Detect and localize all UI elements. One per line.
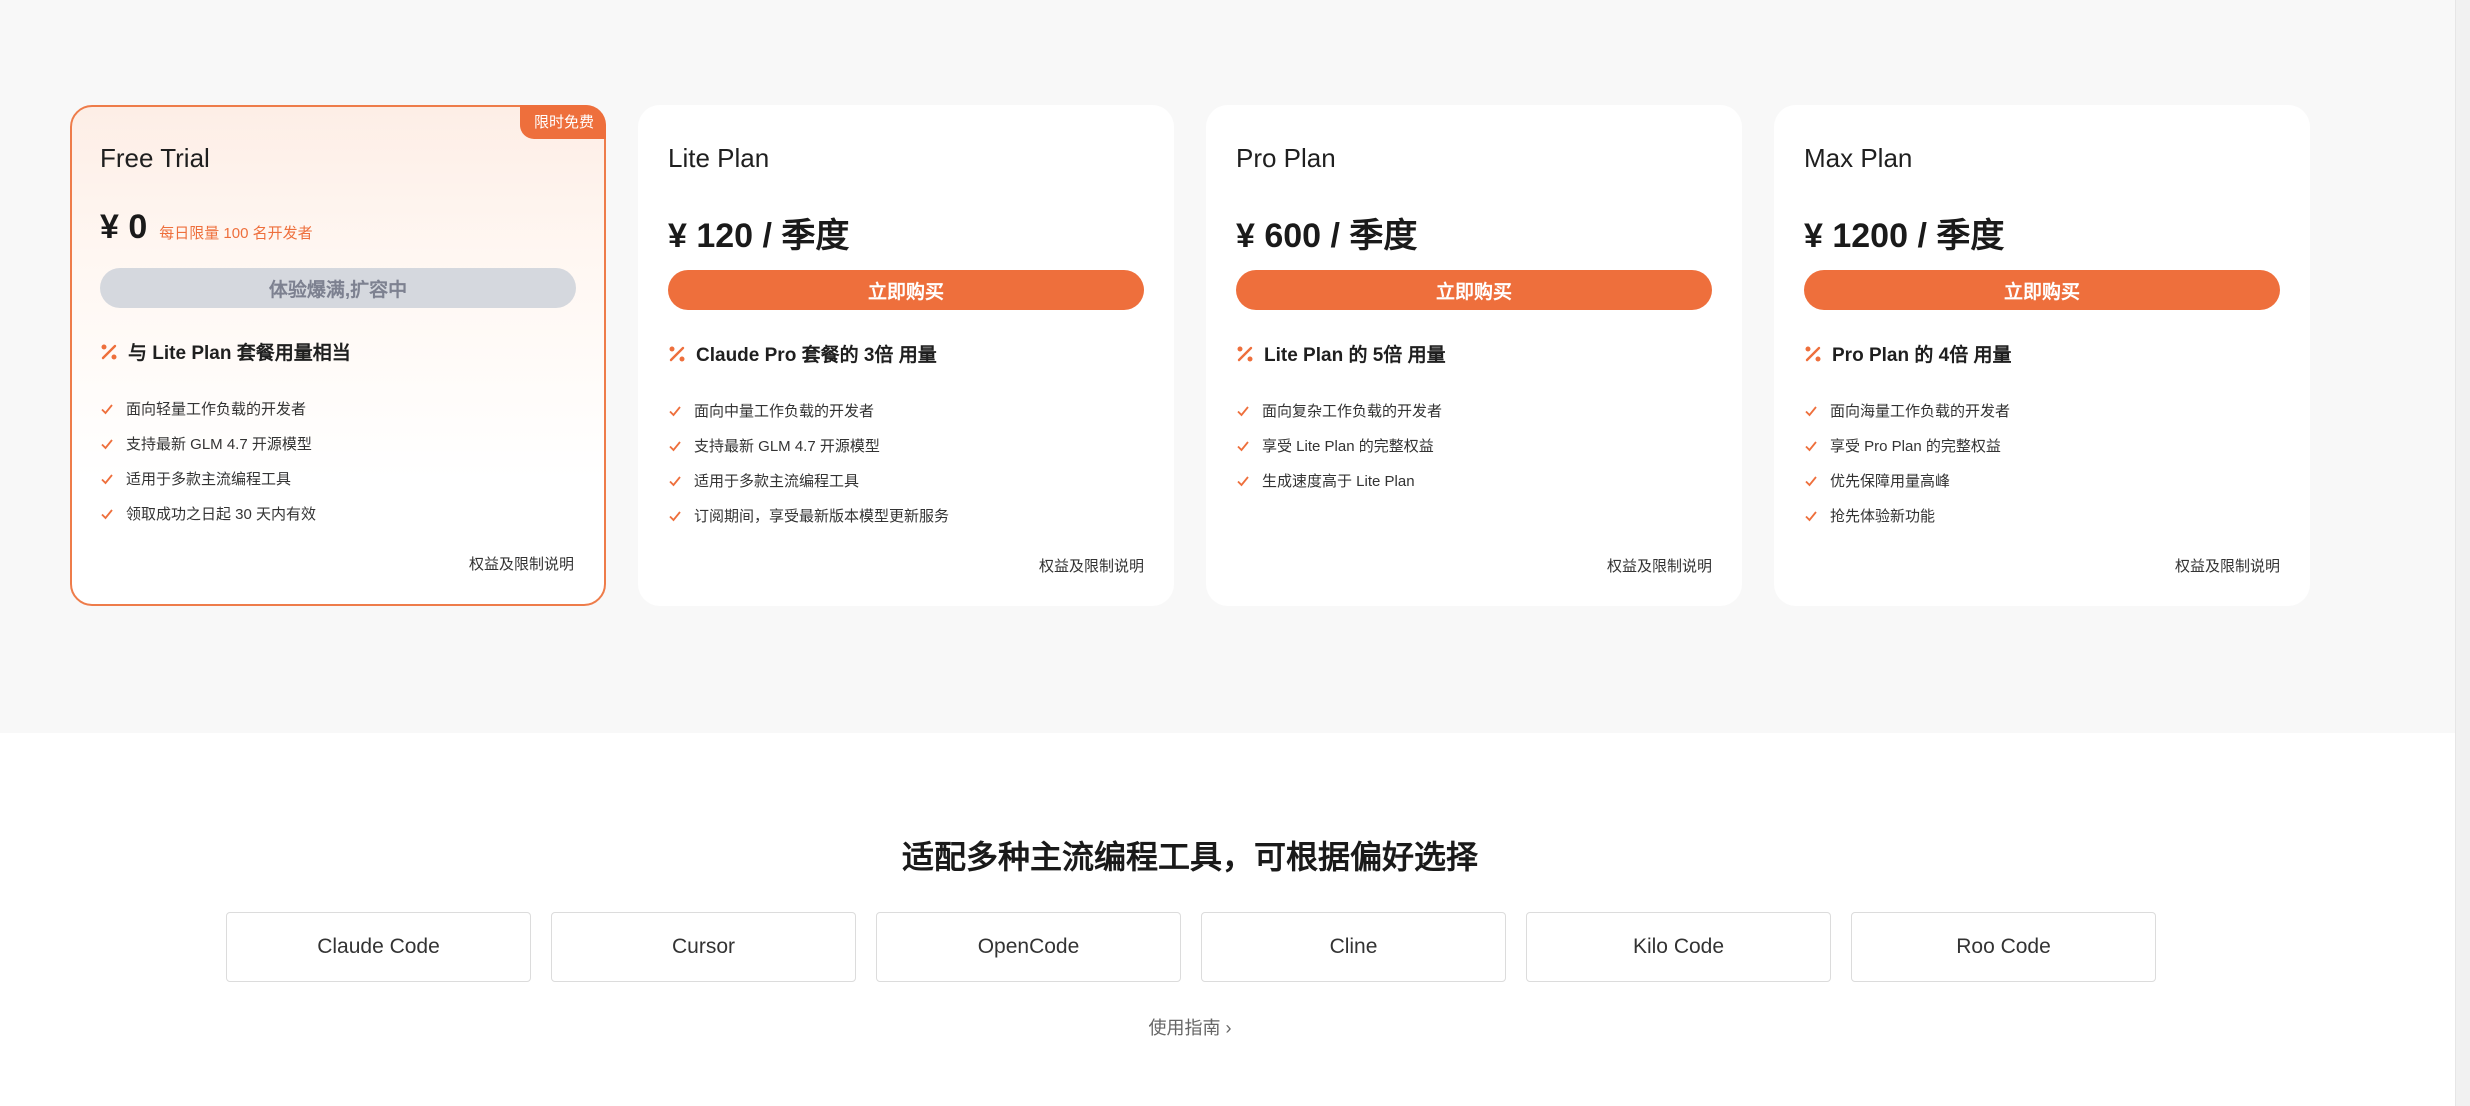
plan-card-max: Max Plan ¥ 1200 / 季度 立即购买 Pro Plan 的 4倍 … xyxy=(1774,105,2310,606)
list-item: 面向海量工作负载的开发者 xyxy=(1804,393,2280,428)
list-item: 领取成功之日起 30 天内有效 xyxy=(100,496,576,531)
feature-text: 生成速度高于 Lite Plan xyxy=(1262,473,1415,490)
check-icon xyxy=(1237,405,1249,416)
feature-text: 享受 Lite Plan 的完整权益 xyxy=(1262,438,1434,455)
plan-highlight: 与 Lite Plan 套餐用量相当 xyxy=(100,338,576,365)
plan-name: Free Trial xyxy=(100,143,210,173)
plan-highlight-text: 与 Lite Plan 套餐用量相当 xyxy=(128,343,351,364)
pricing-cards: 限时免费 Free Trial ¥ 0 每日限量 100 名开发者 体验爆满,扩… xyxy=(70,105,2310,606)
check-icon xyxy=(101,438,113,449)
usage-guide-link[interactable]: 使用指南 › xyxy=(0,1014,2380,1040)
list-item: 生成速度高于 Lite Plan xyxy=(1236,463,1712,498)
check-icon xyxy=(1805,510,1817,521)
plan-name: Lite Plan xyxy=(668,143,770,173)
tool-kilo-code-button[interactable]: Kilo Code xyxy=(1526,912,1831,982)
feature-text: 面向海量工作负载的开发者 xyxy=(1830,403,2011,420)
plan-price: ¥ 1200 / 季度 xyxy=(1804,217,2005,255)
list-item: 订阅期间，享受最新版本模型更新服务 xyxy=(668,498,1144,533)
list-item: 享受 Lite Plan 的完整权益 xyxy=(1236,428,1712,463)
price-row: ¥ 120 / 季度 xyxy=(668,208,1144,255)
plan-card-pro: Pro Plan ¥ 600 / 季度 立即购买 Lite Plan 的 5倍 … xyxy=(1206,105,1742,606)
check-icon xyxy=(1805,405,1817,416)
feature-text: 面向轻量工作负载的开发者 xyxy=(126,401,307,418)
feature-text: 抢先体验新功能 xyxy=(1830,508,1936,525)
check-icon xyxy=(1237,475,1249,486)
plan-card-free-trial: 限时免费 Free Trial ¥ 0 每日限量 100 名开发者 体验爆满,扩… xyxy=(70,105,606,606)
plan-highlight-text: Lite Plan 的 5倍 用量 xyxy=(1264,345,1446,366)
price-row: ¥ 600 / 季度 xyxy=(1236,208,1712,255)
limited-free-badge: 限时免费 xyxy=(519,105,606,139)
terms-link[interactable]: 权益及限制说明 xyxy=(1039,555,1144,576)
list-item: 支持最新 GLM 4.7 开源模型 xyxy=(100,426,576,461)
list-item: 支持最新 GLM 4.7 开源模型 xyxy=(668,428,1144,463)
plan-highlight-text: Claude Pro 套餐的 3倍 用量 xyxy=(696,345,937,366)
plan-price: ¥ 600 / 季度 xyxy=(1236,217,1418,255)
list-item: 适用于多款主流编程工具 xyxy=(100,461,576,496)
terms-link[interactable]: 权益及限制说明 xyxy=(2175,555,2280,576)
tool-claude-code-button[interactable]: Claude Code xyxy=(226,912,531,982)
feature-text: 支持最新 GLM 4.7 开源模型 xyxy=(126,436,312,453)
feature-list: 面向轻量工作负载的开发者 支持最新 GLM 4.7 开源模型 适用于多款主流编程… xyxy=(100,391,576,531)
list-item: 面向复杂工作负载的开发者 xyxy=(1236,393,1712,428)
tool-buttons: Claude Code Cursor OpenCode Cline Kilo C… xyxy=(226,912,2156,982)
price-row: ¥ 0 每日限量 100 名开发者 xyxy=(100,208,576,248)
check-icon xyxy=(669,405,681,416)
list-item: 抢先体验新功能 xyxy=(1804,498,2280,533)
plan-name: Max Plan xyxy=(1804,143,1913,173)
terms-link[interactable]: 权益及限制说明 xyxy=(469,553,574,574)
feature-text: 适用于多款主流编程工具 xyxy=(694,473,860,490)
percent-icon xyxy=(101,344,117,359)
check-icon xyxy=(101,473,113,484)
plan-name: Pro Plan xyxy=(1236,143,1336,173)
page-scrollbar[interactable] xyxy=(2455,0,2470,1106)
list-item: 享受 Pro Plan 的完整权益 xyxy=(1804,428,2280,463)
tool-roo-code-button[interactable]: Roo Code xyxy=(1851,912,2156,982)
plan-highlight: Claude Pro 套餐的 3倍 用量 xyxy=(668,340,1144,367)
list-item: 面向轻量工作负载的开发者 xyxy=(100,391,576,426)
list-item: 面向中量工作负载的开发者 xyxy=(668,393,1144,428)
plan-highlight: Lite Plan 的 5倍 用量 xyxy=(1236,340,1712,367)
check-icon xyxy=(101,403,113,414)
plan-price: ¥ 0 xyxy=(100,208,148,246)
check-icon xyxy=(669,440,681,451)
check-icon xyxy=(1805,475,1817,486)
buy-now-button[interactable]: 立即购买 xyxy=(1236,270,1712,310)
percent-icon xyxy=(669,346,685,361)
check-icon xyxy=(669,475,681,486)
feature-text: 订阅期间，享受最新版本模型更新服务 xyxy=(694,508,950,525)
buy-now-button[interactable]: 立即购买 xyxy=(1804,270,2280,310)
feature-text: 适用于多款主流编程工具 xyxy=(126,471,292,488)
check-icon xyxy=(669,510,681,521)
feature-text: 优先保障用量高峰 xyxy=(1830,473,1951,490)
check-icon xyxy=(1237,440,1249,451)
trial-full-button[interactable]: 体验爆满,扩容中 xyxy=(100,268,576,308)
check-icon xyxy=(1805,440,1817,451)
percent-icon xyxy=(1237,346,1253,361)
buy-now-button[interactable]: 立即购买 xyxy=(668,270,1144,310)
feature-text: 面向中量工作负载的开发者 xyxy=(694,403,875,420)
plan-highlight: Pro Plan 的 4倍 用量 xyxy=(1804,340,2280,367)
feature-list: 面向复杂工作负载的开发者 享受 Lite Plan 的完整权益 生成速度高于 L… xyxy=(1236,393,1712,498)
terms-link[interactable]: 权益及限制说明 xyxy=(1607,555,1712,576)
price-note: 每日限量 100 名开发者 xyxy=(159,225,313,242)
price-row: ¥ 1200 / 季度 xyxy=(1804,208,2280,255)
list-item: 适用于多款主流编程工具 xyxy=(668,463,1144,498)
list-item: 优先保障用量高峰 xyxy=(1804,463,2280,498)
feature-text: 享受 Pro Plan 的完整权益 xyxy=(1830,438,2001,455)
check-icon xyxy=(101,508,113,519)
feature-text: 面向复杂工作负载的开发者 xyxy=(1262,403,1443,420)
tool-cursor-button[interactable]: Cursor xyxy=(551,912,856,982)
plan-card-lite: Lite Plan ¥ 120 / 季度 立即购买 Claude Pro 套餐的… xyxy=(638,105,1174,606)
percent-icon xyxy=(1805,346,1821,361)
feature-list: 面向中量工作负载的开发者 支持最新 GLM 4.7 开源模型 适用于多款主流编程… xyxy=(668,393,1144,533)
tool-cline-button[interactable]: Cline xyxy=(1201,912,1506,982)
feature-text: 支持最新 GLM 4.7 开源模型 xyxy=(694,438,880,455)
tools-section-title: 适配多种主流编程工具，可根据偏好选择 xyxy=(901,839,1478,875)
tool-opencode-button[interactable]: OpenCode xyxy=(876,912,1181,982)
plan-highlight-text: Pro Plan 的 4倍 用量 xyxy=(1832,345,2012,366)
plan-price: ¥ 120 / 季度 xyxy=(668,217,850,255)
feature-list: 面向海量工作负载的开发者 享受 Pro Plan 的完整权益 优先保障用量高峰 … xyxy=(1804,393,2280,533)
feature-text: 领取成功之日起 30 天内有效 xyxy=(126,506,317,523)
